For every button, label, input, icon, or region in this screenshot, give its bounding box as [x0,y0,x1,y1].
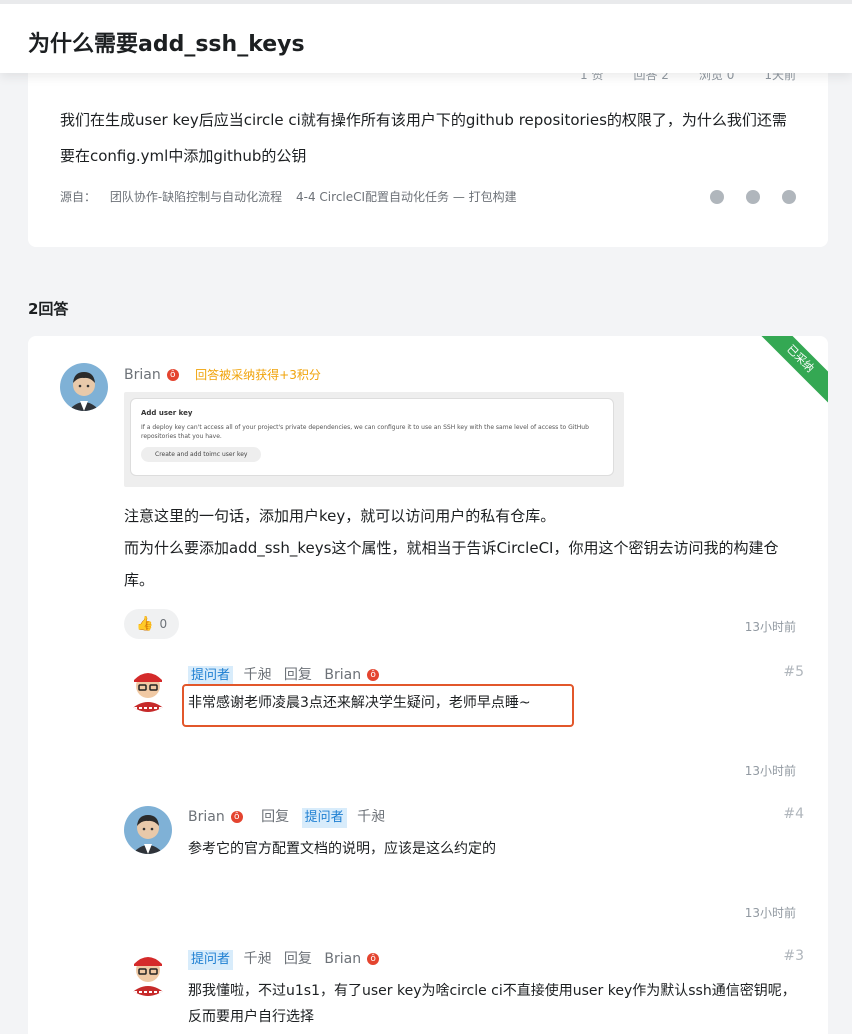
answer-line-1: 注意这里的一句话，添加用户key，就可以访问用户的私有仓库。 [124,507,556,525]
screenshot-panel: Add user key If a deploy key can't acces… [130,398,614,476]
answer-card: 已采纳 Brian ô 回答被采纳获得+3积分 Add user key If a… [28,336,828,1034]
answers-count-heading: 2回答 [28,300,69,318]
screenshot-body: If a deploy key can't access all of your… [141,424,589,440]
reply-header: 提问者 千昶 回复 Brian ô [188,948,380,970]
reply-header: Brian ô 回复 提问者 千昶 [188,806,385,828]
reply-item: 提问者 千昶 回复 Brian ô #3 那我懂啦，不过u1s1，有了user k… [124,948,804,1034]
reply-time: 13小时前 [744,764,796,778]
question-source: 源自： 团队协作-缺陷控制与自动化流程 4-4 CircleCI配置自动化任务 … [60,188,527,205]
asker-tag: 提问者 [188,666,234,686]
reply-text: 那我懂啦，不过u1s1，有了user key为啥circle ci不直接使用us… [188,983,796,1025]
reply-action: 回复 [283,951,312,967]
reply-item: 提问者 千昶 回复 Brian ô #5 非常感谢老师凌晨3点还来解决学生疑问，老… [124,664,804,744]
answer-line-2: 而为什么要添加add_ssh_keys这个属性，就相当于告诉CircleCI，你… [124,539,779,589]
answer-header: Brian ô 回答被采纳获得+3积分 [124,366,321,383]
like-count: 0 [159,617,168,631]
reply-target[interactable]: Brian [324,667,361,683]
avatar[interactable] [124,948,172,996]
weibo-icon[interactable] [746,190,760,204]
reply-item: Brian ô 回复 提问者 千昶 #4 参考它的官方配置文档的说明，应该是这么约… [124,806,804,866]
screenshot-button: Create and add toimc user key [141,447,262,462]
avatar[interactable] [124,664,172,712]
answer-text: 注意这里的一句话，添加用户key，就可以访问用户的私有仓库。 而为什么要添加ad… [124,500,804,596]
hot-badge-icon: ô [230,811,243,823]
reply-number: #5 [783,664,804,680]
reply-header: 提问者 千昶 回复 Brian ô [188,664,380,686]
asker-tag: 提问者 [188,950,234,970]
answer-time: 13小时前 [744,620,796,634]
share-icons [710,190,796,204]
question-text: 我们在生成user key后应当circle ci就有操作所有该用户下的gith… [60,111,787,165]
page-title: 为什么需要add_ssh_keys [28,32,305,57]
wechat-icon[interactable] [710,190,724,204]
reply-author[interactable]: 千昶 [243,667,271,683]
avatar[interactable] [60,363,108,411]
user-avatar-icon [124,948,172,996]
brian-avatar-icon [124,806,172,854]
source-chapter-link[interactable]: 4-4 CircleCI配置自动化任务 — 打包构建 [296,190,517,204]
answer-author[interactable]: Brian [124,367,161,383]
sticky-header: 为什么需要add_ssh_keys [0,0,852,73]
reply-action: 回复 [283,667,312,683]
reply-author[interactable]: 千昶 [243,951,271,967]
reply-target[interactable]: Brian [324,951,361,967]
embedded-screenshot: Add user key If a deploy key can't acces… [124,392,624,487]
reply-action: 回复 [261,809,290,825]
reply-number: #4 [783,806,804,822]
hot-badge-icon: ô [367,669,380,681]
user-avatar-icon [124,664,172,712]
adopted-ribbon: 已采纳 [749,336,828,410]
award-note: 回答被采纳获得+3积分 [195,368,321,382]
like-button[interactable]: 👍 0 [124,609,179,639]
avatar[interactable] [124,806,172,854]
brian-avatar-icon [60,363,108,411]
source-label: 源自： [60,190,97,204]
hot-badge-icon: ô [166,369,179,381]
screenshot-title: Add user key [141,409,193,417]
source-course-link[interactable]: 团队协作-缺陷控制与自动化流程 [110,190,282,204]
reply-author[interactable]: Brian [188,809,225,825]
reply-text: 非常感谢老师凌晨3点还来解决学生疑问，老师早点睡~ [188,695,531,711]
reply-target[interactable]: 千昶 [357,809,385,825]
asker-tag: 提问者 [301,808,347,828]
hot-badge-icon: ô [367,953,380,965]
reply-text: 参考它的官方配置文档的说明，应该是这么约定的 [188,841,496,857]
qq-icon[interactable] [782,190,796,204]
reply-time: 13小时前 [744,906,796,920]
reply-number: #3 [783,948,804,964]
thumbs-up-icon: 👍 [136,616,154,632]
